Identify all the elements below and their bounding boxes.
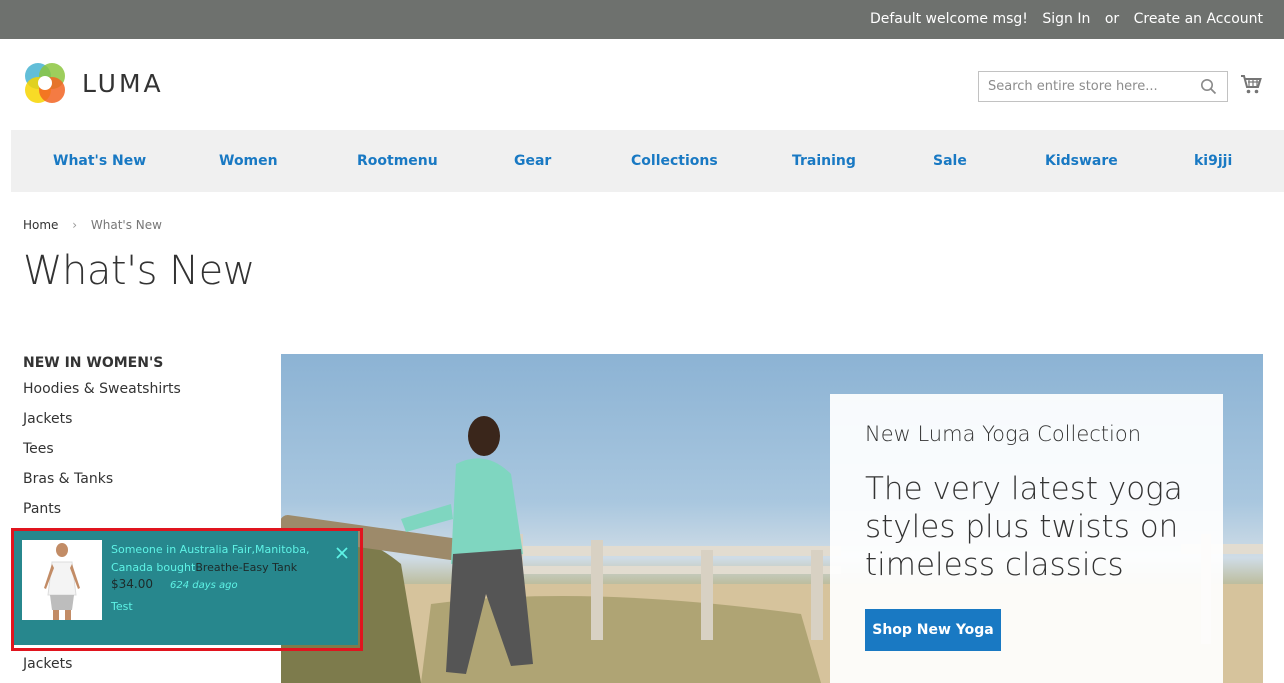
nav-item-kidsware[interactable]: Kidsware (1045, 153, 1118, 169)
nav-item-training[interactable]: Training (792, 153, 856, 169)
breadcrumb-separator-icon: › (72, 218, 78, 232)
hero-headline: The very latest yoga styles plus twists … (865, 471, 1183, 583)
sidebar-item-hoodies-sweatshirts[interactable]: Hoodies & Sweatshirts (23, 381, 181, 411)
logo-wordmark: LUMA (82, 68, 164, 98)
sidebar: NEW IN WOMEN'S Hoodies & Sweatshirts Jac… (23, 355, 181, 672)
cart-icon[interactable] (1240, 73, 1262, 99)
main-navigation: What's New Women Rootmenu Gear Collectio… (11, 130, 1284, 192)
nav-item-gear[interactable]: Gear (514, 153, 551, 169)
create-account-link[interactable]: Create an Account (1134, 11, 1263, 27)
sidebar-heading: NEW IN WOMEN'S (23, 355, 164, 371)
notification-message: Someone in Australia Fair,Manitoba, Cana… (111, 541, 311, 577)
sidebar-item-mens-jackets[interactable]: Jackets (23, 656, 72, 683)
sidebar-item-bras-tanks[interactable]: Bras & Tanks (23, 471, 181, 501)
sidebar-item-tees[interactable]: Tees (23, 441, 181, 471)
breadcrumb-current: What's New (90, 218, 162, 232)
notification-time: 624 days ago (170, 580, 238, 591)
welcome-message: Default welcome msg! (869, 11, 1028, 27)
breadcrumb: Home › What's New (23, 218, 162, 232)
breadcrumb-home[interactable]: Home (23, 218, 58, 232)
or-text: or (1104, 11, 1120, 27)
search-box (978, 71, 1228, 102)
sidebar-item-jackets[interactable]: Jackets (23, 411, 181, 441)
nav-item-rootmenu[interactable]: Rootmenu (357, 153, 438, 169)
hero-kicker: New Luma Yoga Collection (865, 422, 1142, 446)
nav-item-whats-new[interactable]: What's New (53, 153, 146, 169)
hero-card: New Luma Yoga Collection The very latest… (830, 394, 1223, 683)
product-thumbnail[interactable] (22, 540, 102, 620)
nav-item-women[interactable]: Women (219, 153, 278, 169)
notification-product-link[interactable]: Breathe-Easy Tank (195, 561, 297, 574)
notification-price: $34.00 (111, 577, 153, 591)
nav-item-collections[interactable]: Collections (631, 153, 718, 169)
nav-item-sale[interactable]: Sale (933, 153, 967, 169)
luma-logo[interactable]: LUMA (23, 61, 164, 105)
header-links: Default welcome msg! Sign In or Create a… (860, 11, 1263, 27)
search-icon[interactable] (1200, 78, 1217, 99)
top-bar: Default welcome msg! Sign In or Create a… (0, 0, 1284, 39)
sign-in-link[interactable]: Sign In (1042, 11, 1090, 27)
sidebar-item-pants[interactable]: Pants (23, 501, 181, 531)
purchase-notification-popup[interactable]: Someone in Australia Fair,Manitoba, Cana… (14, 531, 358, 645)
close-icon[interactable] (336, 544, 348, 559)
nav-item-ki9jji[interactable]: ki9jji (1194, 153, 1232, 169)
search-input[interactable] (979, 72, 1189, 101)
notification-extra-text: Test (111, 600, 133, 613)
luma-logo-icon (25, 63, 65, 103)
hero-banner[interactable]: New Luma Yoga Collection The very latest… (281, 354, 1263, 683)
shop-new-yoga-button[interactable]: Shop New Yoga (865, 609, 1001, 651)
page-title: What's New (23, 248, 255, 294)
